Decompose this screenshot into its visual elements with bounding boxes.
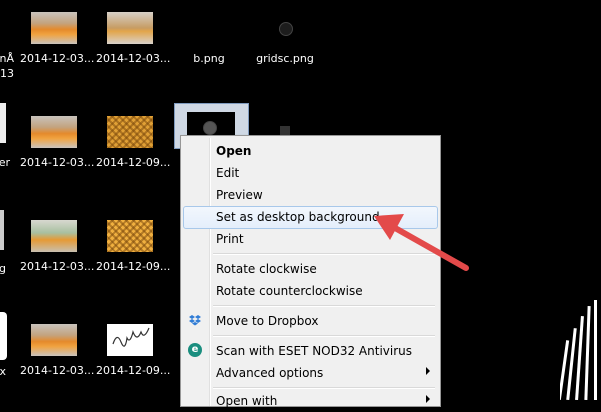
menu-item-label: Rotate counterclockwise bbox=[216, 284, 363, 298]
desktop-icon[interactable]: 2014-12-03... bbox=[20, 324, 94, 382]
menu-separator bbox=[213, 335, 435, 337]
signature-scribble bbox=[112, 327, 150, 347]
desktop-icon-partial[interactable] bbox=[0, 103, 6, 143]
desktop-icon-label: 2014-12-03... bbox=[20, 364, 95, 377]
desktop-icon-label: gridsc.png bbox=[256, 52, 314, 65]
chevron-right-icon bbox=[426, 367, 430, 375]
background-stripes bbox=[560, 300, 597, 400]
menu-item-label: Advanced options bbox=[216, 366, 324, 380]
menu-item-label: Open bbox=[216, 144, 252, 158]
menu-separator bbox=[213, 387, 435, 389]
image-thumbnail bbox=[31, 12, 77, 44]
menu-item-label: Move to Dropbox bbox=[216, 314, 319, 328]
desktop-icon-label: 2014-12-03... bbox=[96, 52, 171, 65]
chevron-right-icon bbox=[426, 395, 430, 403]
menu-item-open-with[interactable]: Open with bbox=[183, 391, 438, 412]
menu-item-rotate-counterclockwise[interactable]: Rotate counterclockwise bbox=[183, 281, 438, 302]
image-thumbnail bbox=[31, 324, 77, 356]
menu-item-label: Set as desktop background bbox=[216, 210, 380, 224]
image-icon bbox=[203, 121, 217, 135]
image-thumbnail bbox=[31, 116, 77, 148]
desktop-icon-partial[interactable] bbox=[0, 210, 4, 250]
menu-item-advanced-options[interactable]: Advanced options bbox=[183, 363, 438, 384]
desktop-icon-label: 2014-12-09... bbox=[96, 364, 171, 377]
desktop-caption-partial: nÅ bbox=[0, 52, 14, 65]
desktop-caption-partial: x bbox=[0, 365, 6, 378]
desktop-icon[interactable]: gridsc.png bbox=[248, 12, 322, 70]
menu-item-label: Edit bbox=[216, 166, 240, 180]
menu-item-scan-with-eset[interactable]: e Scan with ESET NOD32 Antivirus bbox=[183, 341, 438, 362]
image-thumbnail bbox=[107, 220, 153, 252]
desktop-icon[interactable]: 2014-12-03... bbox=[20, 220, 94, 278]
desktop-caption-partial: er bbox=[0, 156, 10, 169]
grid-image-icon bbox=[279, 22, 293, 36]
menu-item-label: Rotate clockwise bbox=[216, 262, 317, 276]
desktop-icon-label: 2014-12-09... bbox=[96, 260, 171, 273]
image-thumbnail bbox=[107, 12, 153, 44]
image-thumbnail bbox=[107, 116, 153, 148]
menu-item-move-to-dropbox[interactable]: Move to Dropbox bbox=[183, 311, 438, 332]
menu-item-label: Open with bbox=[216, 394, 278, 408]
desktop-icon[interactable]: b.png bbox=[172, 12, 246, 70]
desktop-icon-label: b.png bbox=[193, 52, 225, 65]
desktop-icon-label: 2014-12-03... bbox=[20, 156, 95, 169]
menu-item-edit[interactable]: Edit bbox=[183, 163, 438, 184]
desktop-icon[interactable]: 2014-12-09... bbox=[96, 116, 170, 174]
desktop-caption-partial: 013 bbox=[0, 67, 14, 80]
desktop-icon[interactable]: 2014-12-09... bbox=[96, 324, 170, 382]
desktop-icon-partial[interactable] bbox=[0, 312, 7, 360]
desktop-icon-label: 2014-12-09... bbox=[96, 156, 171, 169]
image-thumbnail bbox=[31, 220, 77, 252]
desktop-icon[interactable]: 2014-12-09... bbox=[96, 220, 170, 278]
menu-separator bbox=[213, 305, 435, 307]
annotation-arrow bbox=[374, 214, 469, 271]
menu-item-label: Preview bbox=[216, 188, 263, 202]
desktop-icon[interactable]: 2014-12-03... bbox=[96, 12, 170, 70]
image-thumbnail bbox=[107, 324, 153, 356]
desktop-icon[interactable]: 2014-12-03... bbox=[20, 116, 94, 174]
menu-item-label: Print bbox=[216, 232, 244, 246]
menu-item-open[interactable]: Open bbox=[183, 141, 438, 162]
desktop-icon-label: 2014-12-03... bbox=[20, 52, 95, 65]
menu-item-label: Scan with ESET NOD32 Antivirus bbox=[216, 344, 413, 358]
desktop-icon-label: 2014-12-03... bbox=[20, 260, 95, 273]
eset-icon: e bbox=[188, 343, 202, 357]
dropbox-icon bbox=[189, 315, 201, 326]
desktop-icon[interactable]: 2014-12-03... bbox=[20, 12, 94, 70]
desktop-caption-partial: g bbox=[0, 262, 6, 275]
